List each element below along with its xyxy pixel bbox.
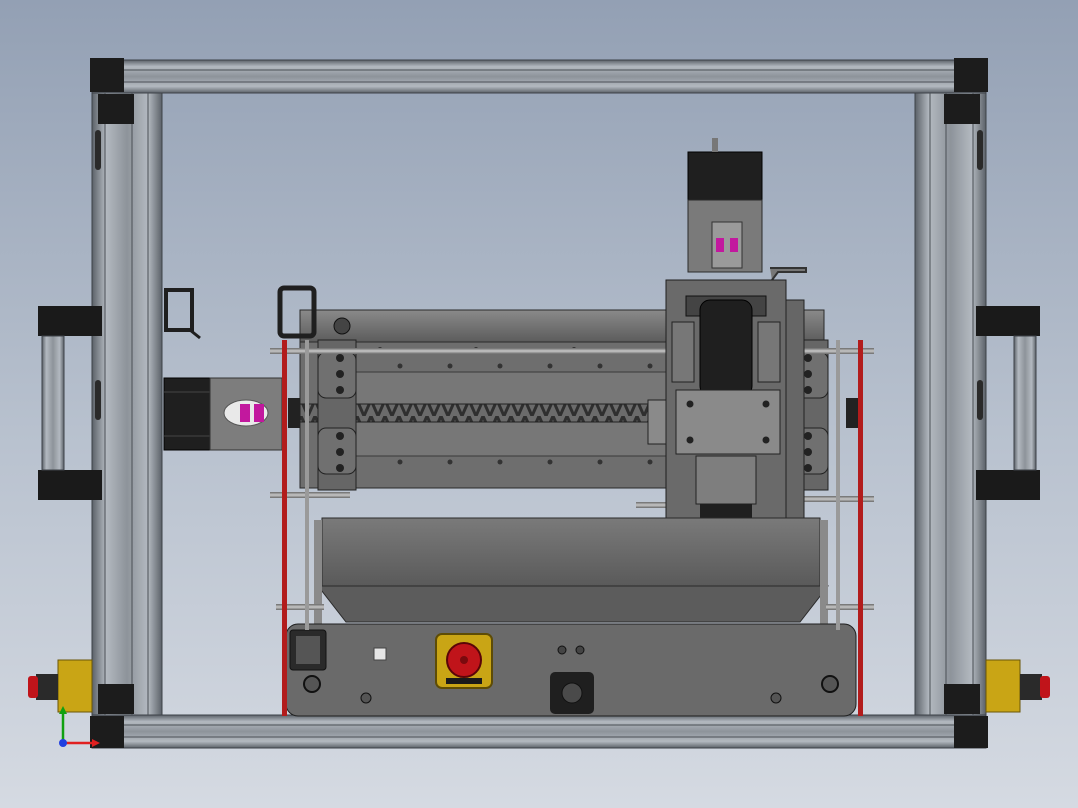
x-axis-stepper-motor	[163, 377, 283, 451]
frame-left-post	[91, 92, 163, 716]
right-side-estop	[985, 659, 1050, 713]
left-side-estop	[28, 659, 93, 713]
corner-bracket	[944, 684, 980, 714]
frame-bottom-beam	[91, 714, 987, 749]
corner-bracket	[944, 94, 980, 124]
corner-bracket	[954, 716, 988, 748]
z-axis-stepper-motor	[687, 151, 763, 201]
z-axis-carriage	[647, 138, 807, 536]
cad-scene	[28, 58, 1050, 749]
corner-bracket	[954, 58, 988, 92]
work-table	[276, 517, 874, 640]
cable-bracket	[164, 288, 201, 340]
frame-top-beam	[91, 59, 987, 94]
corner-bracket	[98, 94, 134, 124]
control-box	[285, 623, 857, 717]
indicator-light	[373, 647, 387, 661]
frame-right-post	[914, 92, 987, 716]
corner-bracket	[90, 58, 124, 92]
corner-bracket	[98, 684, 134, 714]
triad-z-axis	[59, 739, 67, 747]
